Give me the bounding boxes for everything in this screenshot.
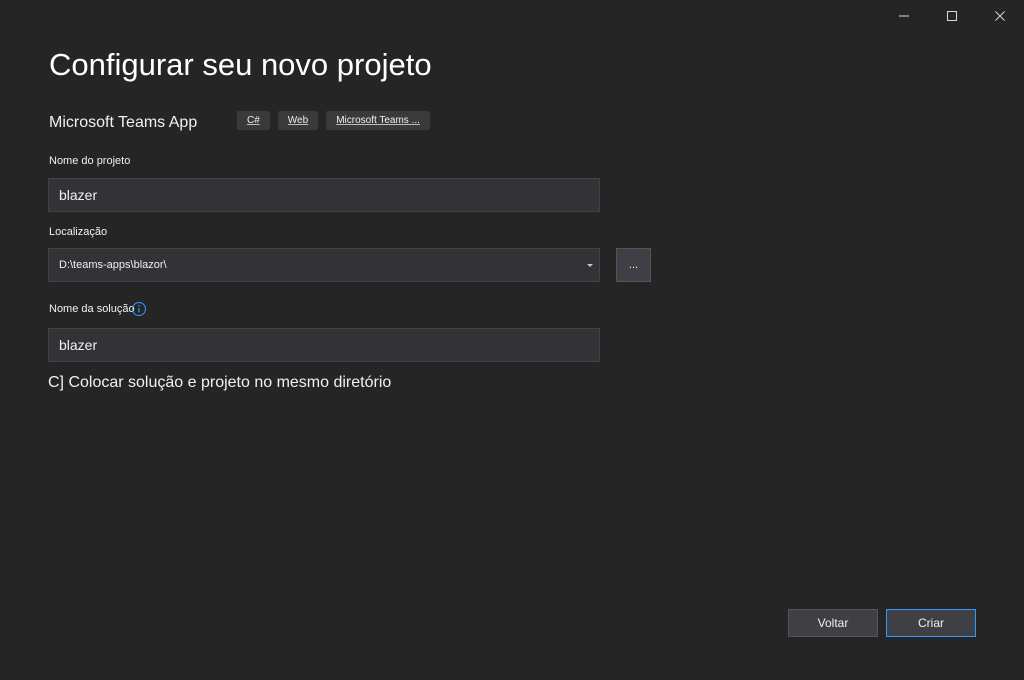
template-name: Microsoft Teams App xyxy=(49,114,198,131)
maximize-icon xyxy=(947,11,957,21)
solution-name-input[interactable] xyxy=(48,328,600,362)
configure-project-window: Configurar seu novo projeto Microsoft Te… xyxy=(0,0,1024,680)
same-directory-checkbox[interactable]: C] Colocar solução e projeto no mesmo di… xyxy=(48,374,391,392)
back-button[interactable]: Voltar xyxy=(788,609,878,637)
solution-name-label: Nome da solução xyxy=(49,303,135,315)
project-name-input[interactable] xyxy=(48,178,600,212)
tag-platform[interactable]: Web xyxy=(277,111,319,130)
minimize-icon xyxy=(899,15,909,17)
dropdown-arrow-icon[interactable] xyxy=(587,263,593,267)
info-icon[interactable] xyxy=(131,301,147,317)
minimize-button[interactable] xyxy=(880,0,928,32)
location-combobox[interactable]: D:\teams-apps\blazor\ xyxy=(48,248,600,282)
location-label: Localização xyxy=(49,226,108,238)
window-controls xyxy=(880,0,1024,32)
create-button[interactable]: Criar xyxy=(886,609,976,637)
maximize-button[interactable] xyxy=(928,0,976,32)
location-value: D:\teams-apps\blazor\ xyxy=(59,259,167,271)
close-button[interactable] xyxy=(976,0,1024,32)
tag-language[interactable]: C# xyxy=(237,111,270,130)
tag-project-type[interactable]: Microsoft Teams ... xyxy=(326,111,430,130)
browse-location-button[interactable]: ... xyxy=(616,248,651,282)
project-name-label: Nome do projeto xyxy=(49,155,131,167)
page-title: Configurar seu novo projeto xyxy=(49,47,432,82)
close-icon xyxy=(995,11,1005,21)
template-tags: C# Web Microsoft Teams ... xyxy=(237,111,430,130)
